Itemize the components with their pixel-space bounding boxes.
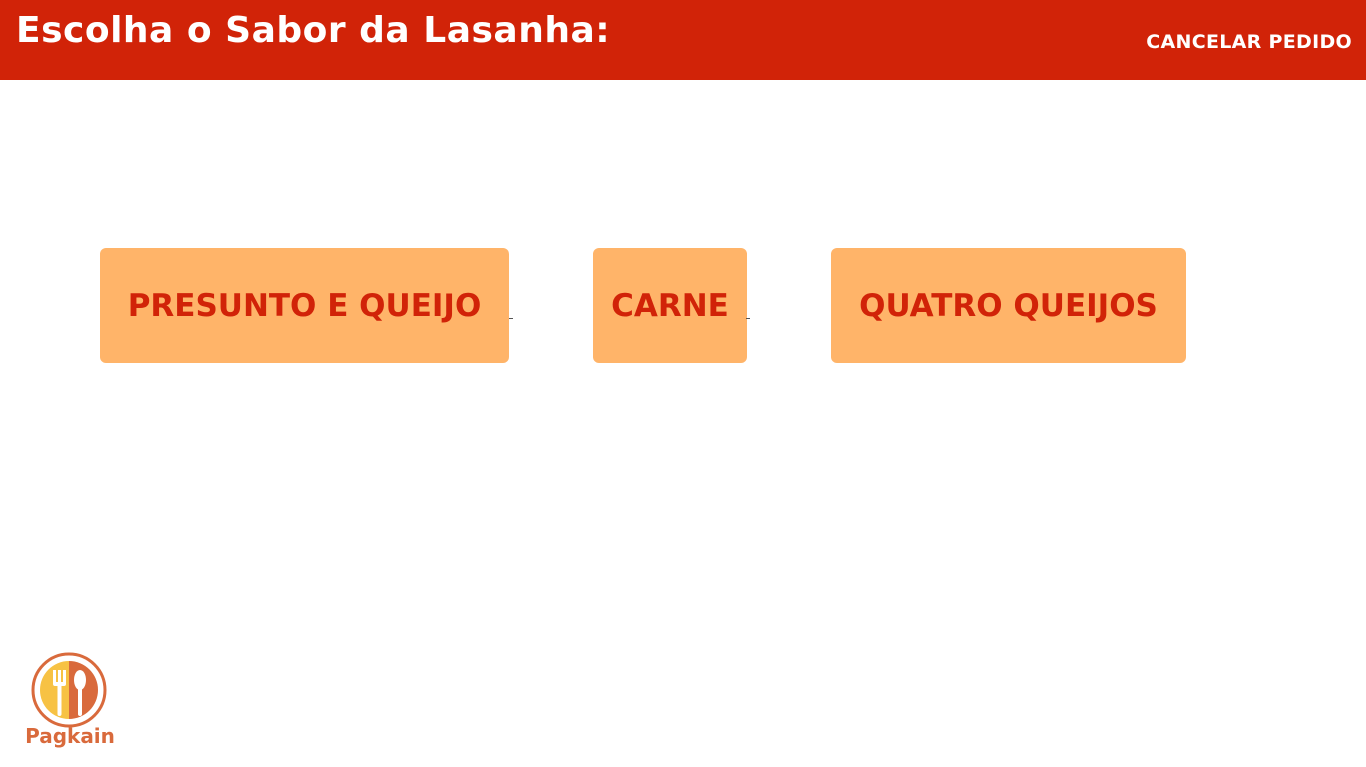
divider-tick xyxy=(746,318,750,319)
header-bar: Escolha o Sabor da Lasanha: CANCELAR PED… xyxy=(0,0,1366,80)
divider-tick xyxy=(509,318,513,319)
flavor-option-presunto-queijo[interactable]: PRESUNTO E QUEIJO xyxy=(100,248,509,363)
cancel-order-button[interactable]: CANCELAR PEDIDO xyxy=(1146,31,1352,53)
logo-text: Pagkain xyxy=(25,724,115,748)
pagkain-logo: Pagkain xyxy=(16,650,124,752)
flavor-option-quatro-queijos[interactable]: QUATRO QUEIJOS xyxy=(831,248,1186,363)
flavor-option-carne[interactable]: CARNE xyxy=(593,248,747,363)
fork-spoon-plate-icon xyxy=(31,652,107,728)
page-title: Escolha o Sabor da Lasanha: xyxy=(16,10,611,51)
